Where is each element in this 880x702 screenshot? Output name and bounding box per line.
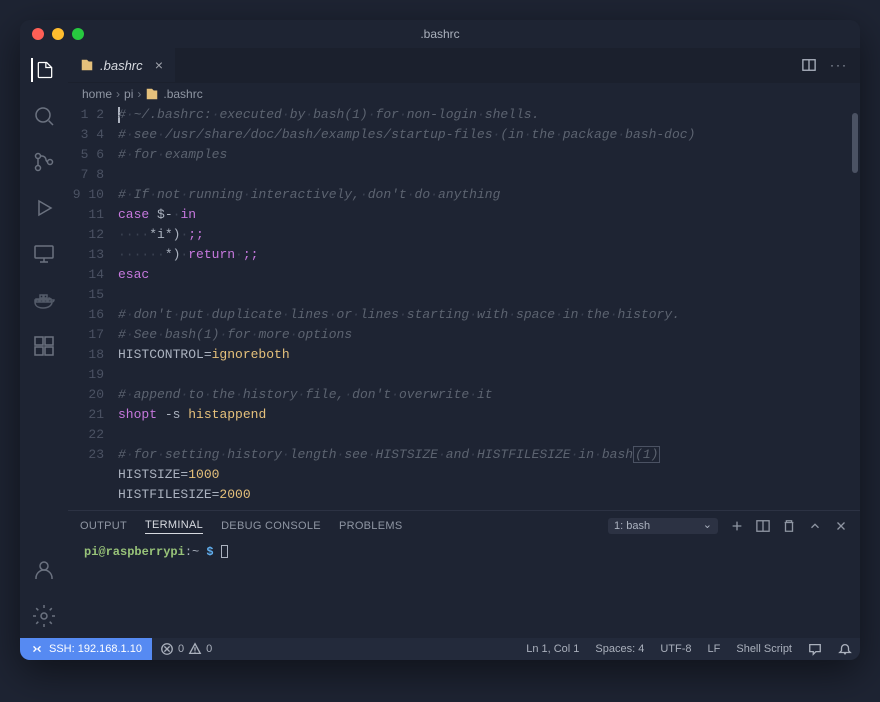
docker-icon[interactable] <box>32 288 56 312</box>
panel-tab-terminal[interactable]: TERMINAL <box>145 519 203 534</box>
split-terminal-icon[interactable] <box>756 519 770 533</box>
explorer-icon[interactable] <box>31 58 55 82</box>
status-language[interactable]: Shell Script <box>728 642 800 656</box>
source-control-icon[interactable] <box>32 150 56 174</box>
status-indent[interactable]: Spaces: 4 <box>587 642 652 656</box>
terminal-prompt-user: pi@raspberrypi <box>84 545 185 559</box>
window-title: .bashrc <box>420 27 459 41</box>
window-minimize[interactable] <box>52 28 64 40</box>
status-eol[interactable]: LF <box>700 642 729 656</box>
terminal-prompt-symbol: $ <box>199 545 213 559</box>
split-editor-icon[interactable] <box>802 58 816 72</box>
file-icon <box>80 58 94 72</box>
status-encoding[interactable]: UTF-8 <box>652 642 699 656</box>
panel-tab-problems[interactable]: PROBLEMS <box>339 520 403 532</box>
close-panel-icon[interactable] <box>834 519 848 533</box>
status-cursor[interactable]: Ln 1, Col 1 <box>518 642 587 656</box>
close-icon[interactable]: × <box>155 57 163 73</box>
accounts-icon[interactable] <box>32 558 56 582</box>
file-icon <box>145 87 159 101</box>
new-terminal-icon[interactable] <box>730 519 744 533</box>
activity-bar <box>20 48 68 638</box>
breadcrumb-part[interactable]: .bashrc <box>163 87 202 101</box>
chevron-right-icon: › <box>116 87 120 101</box>
breadcrumb-part[interactable]: home <box>82 87 112 101</box>
status-remote[interactable]: SSH: 192.168.1.10 <box>20 638 152 660</box>
editor[interactable]: 1 2 3 4 5 6 7 8 9 10 11 12 13 14 15 16 1… <box>68 105 860 510</box>
status-bar: SSH: 192.168.1.10 0 0 Ln 1, Col 1 Spaces… <box>20 638 860 660</box>
breadcrumb[interactable]: home › pi › .bashrc <box>68 83 860 105</box>
titlebar: .bashrc <box>20 20 860 48</box>
bell-icon[interactable] <box>830 642 860 656</box>
chevron-up-icon[interactable] <box>808 519 822 533</box>
chevron-right-icon: › <box>137 87 141 101</box>
more-actions-icon[interactable]: ··· <box>830 58 848 72</box>
tab-bar: .bashrc × ··· <box>68 48 860 83</box>
tab-label: .bashrc <box>100 58 143 73</box>
breadcrumb-part[interactable]: pi <box>124 87 133 101</box>
settings-gear-icon[interactable] <box>32 604 56 628</box>
window-close[interactable] <box>32 28 44 40</box>
code-area[interactable]: #·~/.bashrc:·executed·by·bash(1)·for·non… <box>118 105 848 510</box>
tab-bashrc[interactable]: .bashrc × <box>68 48 175 82</box>
window-maximize[interactable] <box>72 28 84 40</box>
error-icon <box>160 642 174 656</box>
run-debug-icon[interactable] <box>32 196 56 220</box>
terminal-selector[interactable]: 1: bash <box>608 518 718 534</box>
feedback-icon[interactable] <box>800 642 830 656</box>
terminal-cursor <box>221 545 228 558</box>
line-gutter: 1 2 3 4 5 6 7 8 9 10 11 12 13 14 15 16 1… <box>68 105 118 510</box>
remote-icon <box>30 642 44 656</box>
remote-explorer-icon[interactable] <box>32 242 56 266</box>
trash-icon[interactable] <box>782 519 796 533</box>
panel: OUTPUT TERMINAL DEBUG CONSOLE PROBLEMS 1… <box>68 510 860 638</box>
panel-tab-debug[interactable]: DEBUG CONSOLE <box>221 520 321 532</box>
search-icon[interactable] <box>32 104 56 128</box>
panel-tab-output[interactable]: OUTPUT <box>80 520 127 532</box>
extensions-icon[interactable] <box>32 334 56 358</box>
warning-icon <box>188 642 202 656</box>
terminal[interactable]: pi@raspberrypi:~ $ <box>68 541 860 638</box>
scrollbar[interactable] <box>848 105 860 510</box>
status-problems[interactable]: 0 0 <box>152 642 220 656</box>
